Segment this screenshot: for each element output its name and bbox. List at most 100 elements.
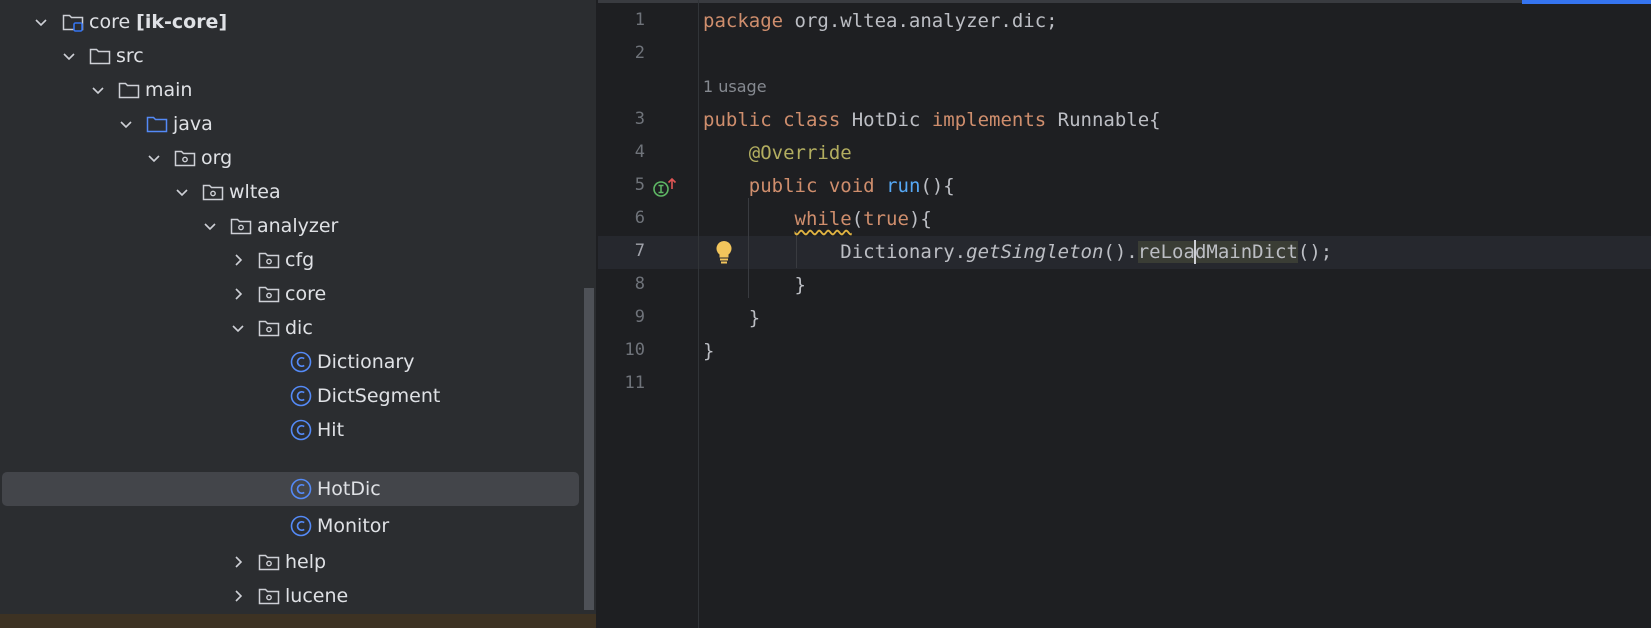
code-line-1[interactable]: package org.wltea.analyzer.dic; — [703, 9, 1058, 33]
keyword: package — [703, 10, 784, 32]
gutter-divider — [698, 0, 699, 628]
tree-item-hit[interactable]: Hit — [0, 412, 580, 448]
tree-item-wltea[interactable]: wltea — [0, 174, 580, 210]
code-text: Runnable{ — [1046, 109, 1161, 131]
project-tool-window: core [ik-core] src main java org wltea a… — [0, 0, 596, 628]
line-number[interactable]: 7 — [598, 241, 645, 261]
tree-item-cfg[interactable]: cfg — [0, 242, 580, 278]
chevron-right-icon[interactable] — [230, 286, 246, 302]
tree-item-lucene[interactable]: lucene — [0, 578, 580, 614]
keyword: public — [748, 175, 818, 197]
tree-item-monitor[interactable]: Monitor — [0, 508, 580, 544]
code-text: (){ — [920, 175, 955, 197]
line-number[interactable]: 6 — [598, 208, 645, 228]
line-number[interactable]: 3 — [598, 109, 645, 129]
code-line-10[interactable]: } — [703, 339, 714, 363]
keyword: class — [783, 109, 841, 131]
keyword: while — [794, 208, 852, 230]
tree-item-label: core — [285, 283, 327, 305]
code-editor[interactable]: 1 2 3 4 5 6 7 8 9 10 11 1 usage package … — [598, 0, 1651, 628]
tree-item-core-module[interactable]: core [ik-core] — [0, 4, 580, 40]
class-icon — [289, 384, 313, 408]
code-text: ( — [851, 208, 864, 230]
chevron-down-icon[interactable] — [33, 14, 49, 30]
tree-item-analyzer[interactable]: analyzer — [0, 208, 580, 244]
tree-item-label: java — [173, 113, 213, 135]
line-number[interactable]: 1 — [598, 10, 645, 30]
tree-item-main[interactable]: main — [0, 72, 580, 108]
code-line-7[interactable]: Dictionary.getSingleton().reLoadMainDict… — [703, 240, 1332, 264]
folder-icon — [117, 78, 141, 102]
code-line-5[interactable]: public void run(){ — [703, 174, 955, 198]
chevron-right-icon[interactable] — [230, 554, 246, 570]
tree-item-label: HotDic — [317, 478, 381, 500]
tree-item-src[interactable]: src — [0, 38, 580, 74]
scrollbar-thumb[interactable] — [584, 288, 594, 610]
implements-marker-icon[interactable] — [652, 176, 678, 200]
code-text: org.wltea.analyzer.dic; — [783, 10, 1058, 32]
chevron-down-icon[interactable] — [118, 116, 134, 132]
line-number[interactable]: 11 — [598, 373, 645, 393]
chevron-down-icon[interactable] — [61, 48, 77, 64]
folder-icon — [88, 44, 112, 68]
package-icon — [229, 214, 253, 238]
progress-indicator — [1522, 0, 1651, 4]
code-text: } — [703, 340, 715, 362]
code-line-8[interactable]: } — [703, 273, 806, 297]
tree-item-core-package[interactable]: core — [0, 276, 580, 312]
line-number[interactable]: 2 — [598, 43, 645, 63]
code-text: reLoa — [1137, 241, 1195, 263]
keyword: true — [863, 208, 909, 230]
code-text: ){ — [908, 208, 932, 230]
code-text: } — [748, 307, 761, 329]
tree-item-label: dic — [285, 317, 313, 339]
code-text: (). — [1103, 241, 1138, 263]
tree-item-dictionary[interactable]: Dictionary — [0, 344, 580, 380]
line-number[interactable]: 4 — [598, 142, 645, 162]
code-line-9[interactable]: } — [703, 306, 760, 330]
code-text: HotDic — [840, 109, 932, 131]
tree-item-help[interactable]: help — [0, 544, 580, 580]
method-name: run — [886, 175, 921, 197]
usage-hint[interactable]: 1 usage — [703, 77, 767, 96]
package-icon — [173, 146, 197, 170]
tree-item-java[interactable]: java — [0, 106, 580, 142]
tree-item-label: main — [145, 79, 193, 101]
line-number[interactable]: 8 — [598, 274, 645, 294]
source-folder-icon — [145, 112, 169, 136]
tree-item-dictsegment[interactable]: DictSegment — [0, 378, 580, 414]
annotation: @Override — [748, 142, 852, 164]
package-icon — [257, 248, 281, 272]
chevron-right-icon[interactable] — [230, 588, 246, 604]
tree-item-label: core — [89, 11, 131, 33]
line-number[interactable]: 10 — [598, 340, 645, 360]
module-folder-icon — [61, 10, 85, 34]
tree-item-dic[interactable]: dic — [0, 310, 580, 346]
chevron-down-icon[interactable] — [146, 150, 162, 166]
partial-tree-row — [0, 614, 596, 628]
tree-item-label: cfg — [285, 249, 315, 271]
keyword: public — [703, 109, 772, 131]
tree-item-label: DictSegment — [317, 385, 441, 407]
line-number[interactable]: 5 — [598, 175, 645, 195]
tree-item-label: src — [116, 45, 144, 67]
tree-item-hotdic[interactable]: HotDic — [2, 472, 579, 506]
editor-tab-border — [598, 0, 1651, 3]
chevron-right-icon[interactable] — [230, 252, 246, 268]
chevron-down-icon[interactable] — [202, 218, 218, 234]
tree-item-label: Dictionary — [317, 351, 415, 373]
chevron-down-icon[interactable] — [90, 82, 106, 98]
code-line-4[interactable]: @Override — [703, 141, 852, 165]
package-icon — [257, 550, 281, 574]
line-number[interactable]: 9 — [598, 307, 645, 327]
highlighted-identifier: reLoadMainDict — [1137, 240, 1298, 264]
tree-item-org[interactable]: org — [0, 140, 580, 176]
tree-item-label: Monitor — [317, 515, 390, 537]
class-icon — [289, 477, 313, 501]
class-icon — [289, 514, 313, 538]
code-line-6[interactable]: while(true){ — [703, 207, 932, 231]
chevron-down-icon[interactable] — [174, 184, 190, 200]
chevron-down-icon[interactable] — [230, 320, 246, 336]
tree-item-label: org — [201, 147, 233, 169]
code-line-3[interactable]: public class HotDic implements Runnable{ — [703, 108, 1161, 132]
